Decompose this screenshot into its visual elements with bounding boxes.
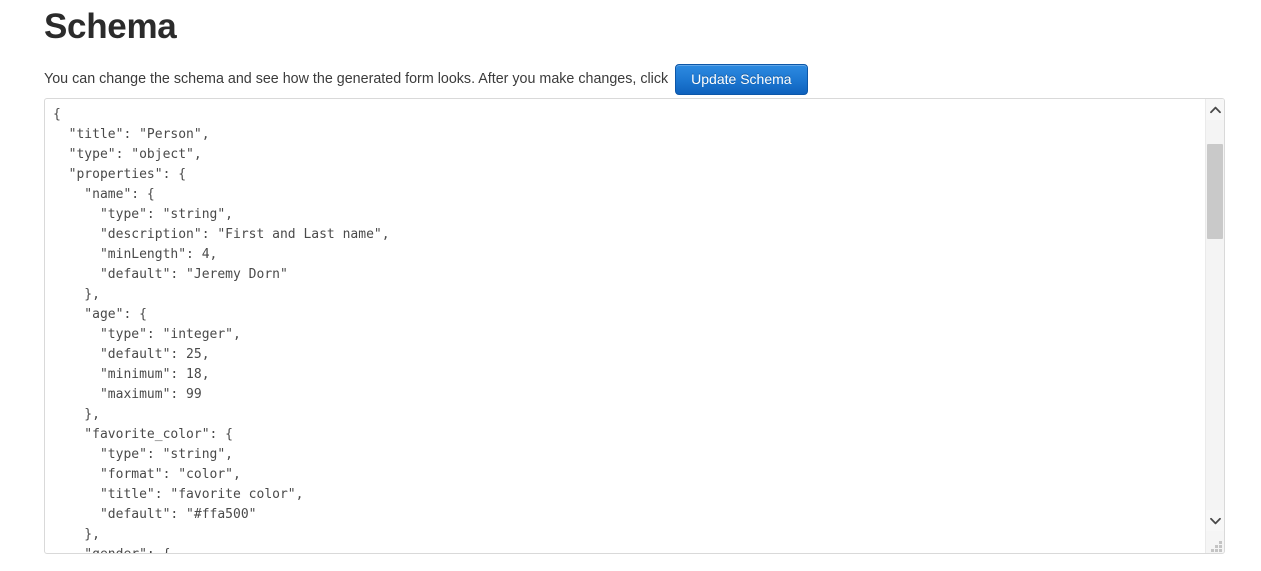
schema-code-textarea[interactable]: { "title": "Person", "type": "object", "…	[45, 99, 1205, 553]
scroll-track[interactable]	[1206, 120, 1224, 531]
page-title: Schema	[44, 7, 177, 46]
intro-description: You can change the schema and see how th…	[44, 70, 669, 87]
schema-editor[interactable]: { "title": "Person", "type": "object", "…	[44, 98, 1225, 554]
chevron-down-icon	[1209, 517, 1221, 525]
scroll-thumb[interactable]	[1207, 144, 1223, 239]
scroll-down-button[interactable]	[1206, 510, 1224, 531]
chevron-up-icon	[1209, 106, 1221, 114]
scroll-up-button[interactable]	[1206, 99, 1224, 120]
schema-page: Schema You can change the schema and see…	[0, 0, 1261, 571]
resize-grip-icon[interactable]	[1206, 536, 1222, 552]
intro-row: You can change the schema and see how th…	[44, 62, 1261, 96]
editor-vertical-scrollbar[interactable]	[1205, 99, 1224, 553]
update-schema-button[interactable]: Update Schema	[675, 63, 808, 95]
